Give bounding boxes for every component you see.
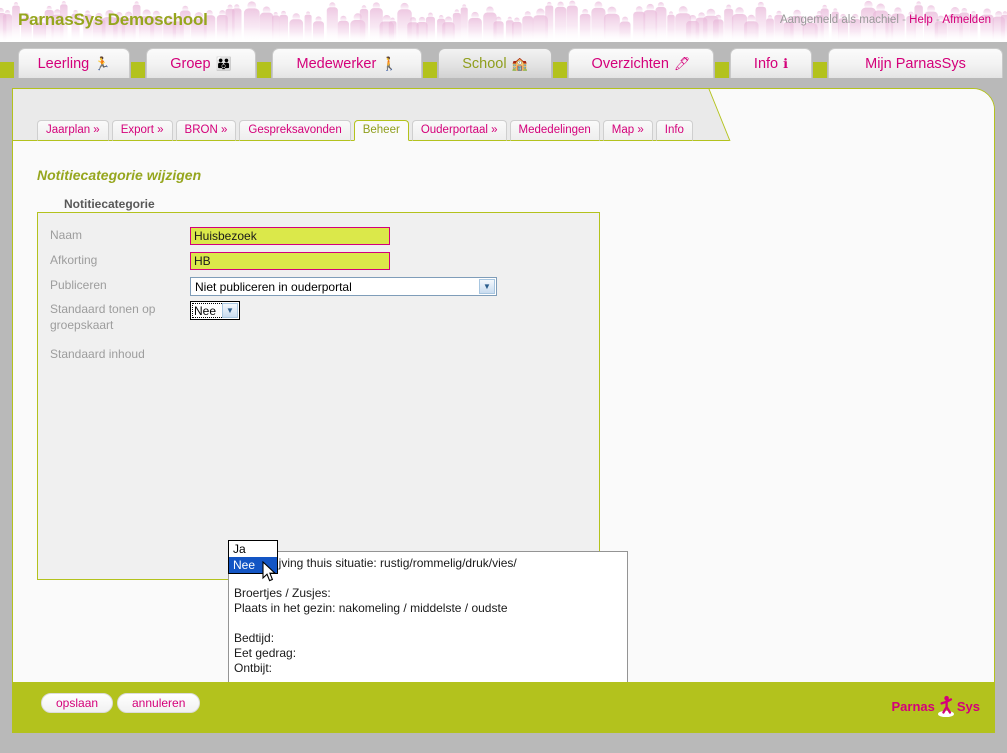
sub-tab-label: Export » xyxy=(120,123,164,136)
page-title: Notitiecategorie wijzigen xyxy=(37,167,202,183)
main-tab-label: Mijn ParnasSys xyxy=(865,55,966,72)
field-standaard-tonen-wrap: Nee ▼ xyxy=(190,301,601,333)
sub-tab-mededelingen[interactable]: Mededelingen xyxy=(509,120,600,141)
content-panel: Jaarplan » Export » BRON » Gespreksavonden B… xyxy=(12,88,995,733)
dropdown-option-label: Nee xyxy=(233,558,256,572)
sub-tab-label: Mededelingen xyxy=(518,123,591,136)
session-user-label: Aangemeld als machiel xyxy=(779,14,899,26)
sub-tab-info[interactable]: Info xyxy=(655,120,693,141)
notitiecategorie-form: Naam Afkorting Publiceren Niet publicere… xyxy=(37,212,628,732)
sub-tab-bron[interactable]: BRON » xyxy=(175,120,237,141)
field-afkorting-wrap xyxy=(190,252,601,270)
running-person-icon: 🏃 xyxy=(94,56,111,71)
sub-tab-export[interactable]: Export » xyxy=(111,120,173,141)
tab-separator-1 xyxy=(131,62,145,78)
tab-separator-6 xyxy=(813,62,827,78)
sub-tab-label: Info xyxy=(664,123,684,136)
afkorting-input[interactable] xyxy=(190,252,390,270)
standaard-tonen-select[interactable]: Nee ▼ xyxy=(190,301,240,320)
label-naam: Naam xyxy=(50,228,83,242)
main-tab-list: Leerling 🏃 Groep 👪 Medewerker 🚶 School 🏫 Overzic… xyxy=(0,42,1007,78)
dropdown-option-label: Ja xyxy=(233,542,246,556)
main-tab-mijn-parnassys[interactable]: Mijn ParnasSys xyxy=(828,48,1003,78)
sub-tab-ouderportaal[interactable]: Ouderportaal » xyxy=(411,120,507,141)
sub-tab-label: Ouderportaal » xyxy=(420,123,498,136)
page-content: Notitiecategorie wijzigen Notitiecategor… xyxy=(13,142,994,732)
school-building-icon: 🏫 xyxy=(511,56,528,71)
app-title: ParnasSys Demoschool xyxy=(18,10,208,29)
chevron-down-icon[interactable]: ▼ xyxy=(479,279,495,294)
sub-tab-label: Gespreksavonden xyxy=(248,123,342,136)
main-tab-groep[interactable]: Groep 👪 xyxy=(146,48,256,78)
sub-tab-label: BRON » xyxy=(184,123,228,136)
sub-tab-beheer[interactable]: Beheer xyxy=(353,120,409,141)
main-tab-label: Medewerker xyxy=(296,55,377,72)
group-people-icon: 👪 xyxy=(215,56,232,71)
main-tab-info[interactable]: Info ℹ xyxy=(730,48,812,78)
publiceren-select-value: Niet publiceren in ouderportal xyxy=(195,279,352,294)
form-row-standaard-tonen: Standaard tonen op groepskaart Nee ▼ xyxy=(38,301,601,333)
person-icon: 🚶 xyxy=(381,56,398,71)
label-afkorting: Afkorting xyxy=(50,253,98,267)
naam-input[interactable] xyxy=(190,227,390,245)
main-tab-bar: Leerling 🏃 Groep 👪 Medewerker 🚶 School 🏫 Overzic… xyxy=(0,42,1007,78)
cancel-button[interactable]: annuleren xyxy=(117,693,201,713)
form-action-bar: opslaan annuleren Parnas Sys xyxy=(13,682,994,732)
standaard-tonen-select-value: Nee xyxy=(194,303,217,318)
main-tab-school[interactable]: School 🏫 xyxy=(438,48,552,78)
sub-tab-curve-fill xyxy=(773,89,994,141)
form-row-standaard-inhoud: Standaard inhoud xyxy=(38,346,601,362)
main-tab-label: Groep xyxy=(170,55,211,72)
label-standaard-tonen: Standaard tonen op groepskaart xyxy=(50,302,156,332)
field-naam-wrap xyxy=(190,227,601,245)
tab-separator-4 xyxy=(553,62,567,78)
page-header: ParnasSys Demoschool Aangemeld als machi… xyxy=(0,0,1007,42)
main-tab-label: Overzichten xyxy=(591,55,669,72)
label-standaard-inhoud: Standaard inhoud xyxy=(50,347,145,361)
dropdown-option-ja[interactable]: Ja xyxy=(229,541,277,557)
tab-separator-0 xyxy=(0,62,14,78)
sub-tab-label: Map » xyxy=(611,123,644,136)
parnassys-logo: Parnas Sys xyxy=(891,695,980,718)
sub-tab-label: Jaarplan » xyxy=(46,123,100,136)
mouse-cursor-icon xyxy=(262,561,277,582)
main-tab-label: School xyxy=(462,55,507,72)
session-info: Aangemeld als machiel - Help - Afmelden xyxy=(780,14,991,26)
logout-link[interactable]: Afmelden xyxy=(942,14,991,26)
save-button[interactable]: opslaan xyxy=(41,693,114,713)
field-publiceren-wrap: Niet publiceren in ouderportal ▼ xyxy=(190,277,601,296)
tab-separator-5 xyxy=(715,62,729,78)
publiceren-select[interactable]: Niet publiceren in ouderportal ▼ xyxy=(190,277,497,296)
form-row-publiceren: Publiceren Niet publiceren in ouderporta… xyxy=(38,277,601,296)
logo-figure-icon xyxy=(936,695,956,718)
logo-text-right: Sys xyxy=(956,698,980,714)
chevron-down-icon[interactable]: ▼ xyxy=(222,303,238,318)
form-legend: Notitiecategorie xyxy=(64,197,155,211)
form-row-naam: Naam xyxy=(38,227,601,245)
separator-1: - xyxy=(902,14,906,26)
label-publiceren: Publiceren xyxy=(50,278,107,292)
logo-text-left: Parnas xyxy=(891,698,935,714)
main-tab-label: Info xyxy=(753,55,779,72)
tab-separator-2 xyxy=(257,62,271,78)
form-row-afkorting: Afkorting xyxy=(38,252,601,270)
info-icon: ℹ xyxy=(783,56,789,71)
help-link[interactable]: Help xyxy=(909,14,933,26)
main-tab-medewerker[interactable]: Medewerker 🚶 xyxy=(272,48,422,78)
sub-tab-list: Jaarplan » Export » BRON » Gespreksavonden B… xyxy=(37,119,693,141)
separator-2: - xyxy=(936,14,940,26)
paperclip-icon: 🖊 xyxy=(673,56,691,71)
sub-tab-map[interactable]: Map » xyxy=(602,120,653,141)
sub-tab-strip: Jaarplan » Export » BRON » Gespreksavonden B… xyxy=(13,89,994,141)
sub-tab-label: Beheer xyxy=(362,123,400,136)
sub-tab-jaarplan[interactable]: Jaarplan » xyxy=(37,120,109,141)
sub-tab-gespreksavonden[interactable]: Gespreksavonden xyxy=(239,120,351,141)
main-tab-leerling[interactable]: Leerling 🏃 xyxy=(18,48,130,78)
main-tab-overzichten[interactable]: Overzichten 🖊 xyxy=(568,48,714,78)
main-tab-label: Leerling xyxy=(37,55,90,72)
tab-separator-3 xyxy=(423,62,437,78)
